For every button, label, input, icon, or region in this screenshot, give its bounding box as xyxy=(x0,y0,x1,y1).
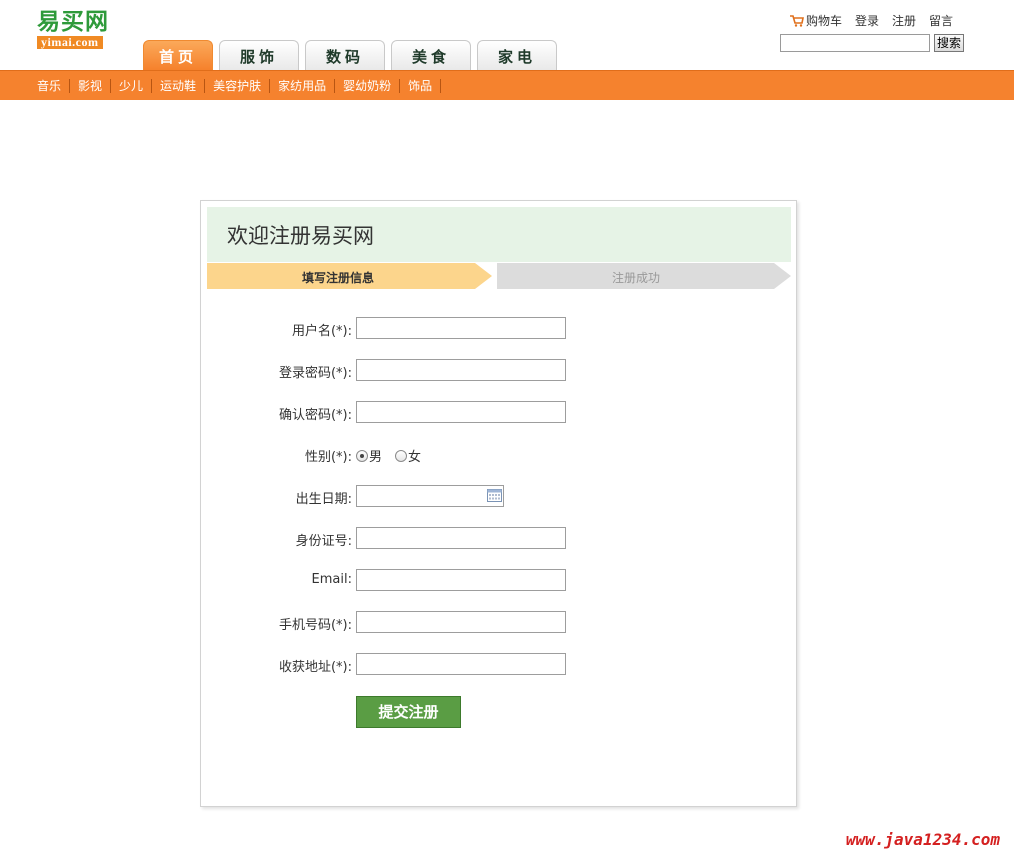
tab-clothing[interactable]: 服饰 xyxy=(219,40,299,70)
category-kids[interactable]: 少儿 xyxy=(111,78,153,93)
tab-appliance[interactable]: 家电 xyxy=(477,40,557,70)
gender-row: 性别(*): 男 女 xyxy=(201,443,798,465)
category-beauty[interactable]: 美容护肤 xyxy=(205,78,271,93)
gender-female-radio[interactable] xyxy=(395,449,408,462)
category-accessories[interactable]: 饰品 xyxy=(400,78,442,93)
category-movies[interactable]: 影视 xyxy=(70,78,112,93)
watermark: www.java1234.com xyxy=(845,830,1000,849)
mobile-input[interactable] xyxy=(356,611,566,633)
search-input[interactable] xyxy=(780,34,930,52)
address-label: 收获地址(*): xyxy=(278,660,352,675)
email-label: Email: xyxy=(311,572,352,587)
gender-male-radio[interactable] xyxy=(356,449,368,462)
steps-arrows xyxy=(207,263,791,289)
gender-radio-group: 男 女 xyxy=(356,446,434,465)
id-card-label: 身份证号: xyxy=(295,534,352,549)
email-row: Email: xyxy=(201,569,798,591)
category-bar: 音乐 影视 少儿 运动鞋 美容护肤 家纺用品 婴幼奶粉 饰品 xyxy=(0,70,1014,100)
tab-food[interactable]: 美食 xyxy=(391,40,471,70)
address-row: 收获地址(*): xyxy=(201,653,798,675)
gender-female-label[interactable]: 女 xyxy=(408,446,421,465)
register-steps: 填写注册信息 注册成功 xyxy=(207,263,792,289)
step-1-label: 填写注册信息 xyxy=(302,271,375,285)
gender-male-label[interactable]: 男 xyxy=(369,446,382,465)
register-header: 欢迎注册易买网 xyxy=(207,207,791,262)
id-card-input[interactable] xyxy=(356,527,566,549)
message-link[interactable]: 留言 xyxy=(929,12,953,29)
confirm-password-label: 确认密码(*): xyxy=(278,408,352,423)
category-sport-shoes[interactable]: 运动鞋 xyxy=(152,78,206,93)
logo-name: 易买网 xyxy=(37,8,109,35)
birthday-label: 出生日期: xyxy=(295,492,352,507)
step-2-label: 注册成功 xyxy=(612,271,661,285)
mobile-label: 手机号码(*): xyxy=(278,618,352,633)
tab-digital[interactable]: 数码 xyxy=(305,40,385,70)
top-links: 购物车 登录 注册 留言 xyxy=(789,12,953,29)
cart-icon xyxy=(789,15,804,27)
submit-register-button[interactable]: 提交注册 xyxy=(356,696,461,728)
gender-label: 性别(*): xyxy=(304,450,352,465)
cart-link[interactable]: 购物车 xyxy=(789,12,842,29)
main-nav: 首页 服饰 数码 美食 家电 xyxy=(143,40,557,70)
password-input[interactable] xyxy=(356,359,566,381)
address-input[interactable] xyxy=(356,653,566,675)
username-row: 用户名(*): xyxy=(201,317,798,339)
confirm-password-row: 确认密码(*): xyxy=(201,401,798,423)
id-card-row: 身份证号: xyxy=(201,527,798,549)
login-link[interactable]: 登录 xyxy=(855,12,879,29)
username-input[interactable] xyxy=(356,317,566,339)
search-box: 搜索 xyxy=(780,34,965,52)
confirm-password-input[interactable] xyxy=(356,401,566,423)
calendar-icon[interactable] xyxy=(487,489,502,502)
search-button[interactable]: 搜索 xyxy=(934,34,965,52)
mobile-row: 手机号码(*): xyxy=(201,611,798,633)
birthday-input[interactable] xyxy=(356,485,504,507)
site-logo[interactable]: 易买网 yimai.com xyxy=(37,9,123,51)
category-baby-milk[interactable]: 婴幼奶粉 xyxy=(335,78,401,93)
password-label: 登录密码(*): xyxy=(278,366,352,381)
birthday-row: 出生日期: xyxy=(201,485,798,507)
email-input[interactable] xyxy=(356,569,566,591)
category-home-textile[interactable]: 家纺用品 xyxy=(270,78,336,93)
register-title: 欢迎注册易买网 xyxy=(227,224,374,248)
register-link[interactable]: 注册 xyxy=(892,12,916,29)
logo-domain: yimai.com xyxy=(37,36,103,49)
tab-home[interactable]: 首页 xyxy=(143,40,213,70)
username-label: 用户名(*): xyxy=(291,324,352,339)
category-music[interactable]: 音乐 xyxy=(29,78,71,93)
register-panel: 欢迎注册易买网 填写注册信息 注册成功 用户名(*): 登录密码(*): 确认密… xyxy=(200,200,797,807)
password-row: 登录密码(*): xyxy=(201,359,798,381)
cart-label: 购物车 xyxy=(805,14,842,28)
